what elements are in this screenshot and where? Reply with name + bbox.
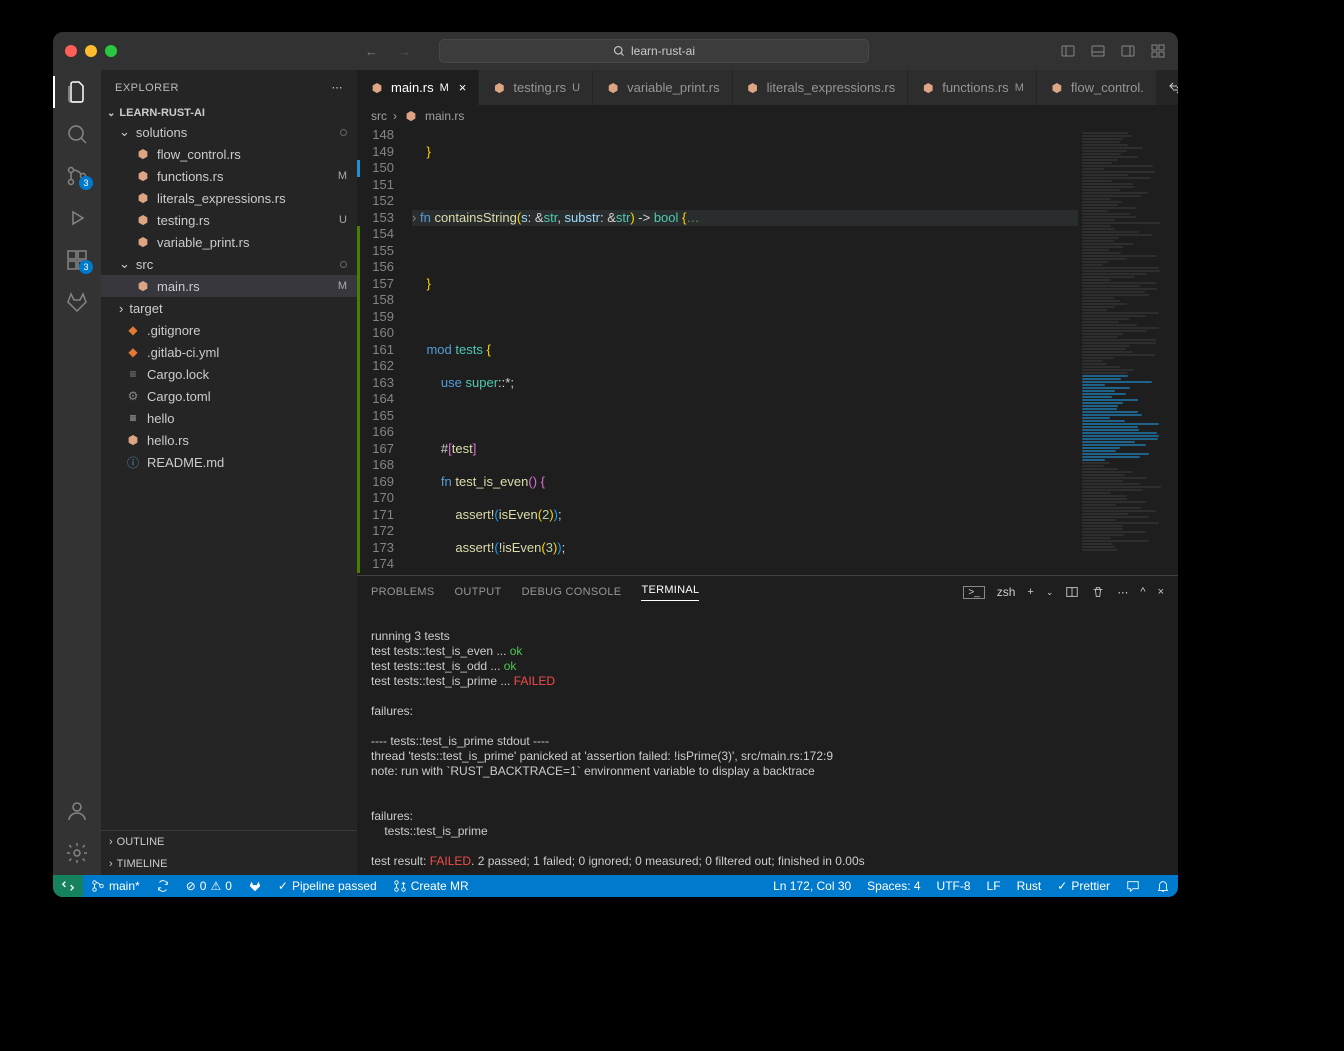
accounts-icon[interactable] [53,799,101,823]
remote-indicator[interactable] [53,875,83,897]
status-bar: main* ⊘0⚠0 ✓Pipeline passed Create MR Ln… [53,875,1178,897]
file-main[interactable]: ⬢main.rsM [101,275,357,297]
folder-src[interactable]: ⌄src [101,253,357,275]
layout-sidebar-right-icon[interactable] [1120,43,1136,59]
sidebar-header: EXPLORER ⋯ [101,70,357,105]
scm-badge: 3 [79,176,93,190]
minimap[interactable] [1078,127,1178,575]
folder-root[interactable]: ⌄LEARN-RUST-AI [101,105,357,121]
gitlab-status[interactable] [240,879,270,893]
layout-sidebar-left-icon[interactable] [1060,43,1076,59]
search-view-icon[interactable] [53,122,101,146]
tab-functions[interactable]: ⬢functions.rsM [908,70,1037,105]
compare-changes-icon[interactable] [1167,80,1178,96]
nav-forward-icon[interactable]: → [398,44,411,59]
file-flow-control[interactable]: ⬢flow_control.rs [101,143,357,165]
create-mr[interactable]: Create MR [385,879,477,893]
terminal-dropdown-icon[interactable]: ⌄ [1046,587,1054,598]
terminal-output[interactable]: running 3 tests test tests::test_is_even… [357,608,1178,875]
new-terminal-icon[interactable]: + [1027,586,1033,598]
tab-testing[interactable]: ⬢testing.rsU [479,70,593,105]
file-literals[interactable]: ⬢literals_expressions.rs [101,187,357,209]
command-center[interactable]: learn-rust-ai [439,39,869,63]
sidebar: EXPLORER ⋯ ⌄LEARN-RUST-AI ⌄solutions ⬢fl… [101,70,357,875]
encoding[interactable]: UTF-8 [929,879,979,893]
file-hello-rs[interactable]: ⬢hello.rs [101,429,357,451]
file-variable-print[interactable]: ⬢variable_print.rs [101,231,357,253]
shell-name[interactable]: zsh [997,585,1016,599]
file-readme[interactable]: ⓘREADME.md [101,451,357,473]
panel-more-icon[interactable]: ⋯ [1117,586,1128,599]
close-icon[interactable]: × [459,80,467,95]
gitlab-view-icon[interactable] [53,290,101,314]
maximize-window[interactable] [105,45,117,57]
window-controls [65,45,117,57]
file-testing[interactable]: ⬢testing.rsU [101,209,357,231]
tab-bar: ⬢main.rsM× ⬢testing.rsU ⬢variable_print.… [357,70,1178,105]
panel: PROBLEMS OUTPUT DEBUG CONSOLE TERMINAL >… [357,575,1178,875]
tab-variable-print[interactable]: ⬢variable_print.rs [593,70,733,105]
tab-terminal[interactable]: TERMINAL [641,584,699,601]
sidebar-title: EXPLORER [115,82,179,94]
eol[interactable]: LF [979,879,1009,893]
cursor-position[interactable]: Ln 172, Col 30 [765,879,859,893]
customize-layout-icon[interactable] [1150,43,1166,59]
settings-icon[interactable] [53,841,101,865]
file-cargo-toml[interactable]: ⚙Cargo.toml [101,385,357,407]
maximize-panel-icon[interactable]: ^ [1140,586,1145,598]
activity-bar: 3 3 [53,70,101,875]
extensions-view-icon[interactable]: 3 [53,248,101,272]
indentation[interactable]: Spaces: 4 [859,879,928,893]
outline-section[interactable]: ›OUTLINE [101,831,357,853]
folder-solutions[interactable]: ⌄solutions [101,121,357,143]
breadcrumb[interactable]: src› ⬢main.rs [357,105,1178,127]
search-icon [613,45,625,57]
sidebar-more-icon[interactable]: ⋯ [332,81,344,94]
minimize-window[interactable] [85,45,97,57]
folder-target[interactable]: ›target [101,297,357,319]
kill-terminal-icon[interactable] [1091,585,1105,599]
explorer-view-icon[interactable] [53,80,101,104]
pipeline-status[interactable]: ✓Pipeline passed [270,879,385,893]
tab-literals[interactable]: ⬢literals_expressions.rs [733,70,909,105]
split-terminal-icon[interactable] [1065,585,1079,599]
tab-debug-console[interactable]: DEBUG CONSOLE [522,586,622,598]
tab-problems[interactable]: PROBLEMS [371,586,435,598]
code-editor[interactable]: 1481491501511521531541551561571581591601… [357,127,1078,575]
close-window[interactable] [65,45,77,57]
nav-back-icon[interactable]: ← [365,44,378,59]
file-cargo-lock[interactable]: ≡Cargo.lock [101,363,357,385]
file-gitlab-ci[interactable]: ◆.gitlab-ci.yml [101,341,357,363]
vscode-window: ← → learn-rust-ai 3 3 [53,32,1178,897]
extensions-badge: 3 [79,260,93,274]
branch-status[interactable]: main* [83,879,148,893]
scm-view-icon[interactable]: 3 [53,164,101,188]
project-name: learn-rust-ai [631,44,695,58]
prettier-status[interactable]: ✓Prettier [1049,879,1118,893]
editor-group: ⬢main.rsM× ⬢testing.rsU ⬢variable_print.… [357,70,1178,875]
errors-status[interactable]: ⊘0⚠0 [178,879,240,893]
titlebar: ← → learn-rust-ai [53,32,1178,70]
sync-status[interactable] [148,879,178,893]
feedback-icon[interactable] [1118,879,1148,893]
layout-panel-icon[interactable] [1090,43,1106,59]
language-mode[interactable]: Rust [1009,879,1050,893]
tab-main[interactable]: ⬢main.rsM× [357,70,479,105]
debug-view-icon[interactable] [53,206,101,230]
file-gitignore[interactable]: ◆.gitignore [101,319,357,341]
file-functions[interactable]: ⬢functions.rsM [101,165,357,187]
tab-flow-control[interactable]: ⬢flow_control. [1037,70,1157,105]
notifications-icon[interactable] [1148,879,1178,893]
terminal-profile-icon[interactable]: >_ [963,586,984,599]
tab-output[interactable]: OUTPUT [455,586,502,598]
close-panel-icon[interactable]: × [1158,586,1164,598]
timeline-section[interactable]: ›TIMELINE [101,853,357,875]
file-hello[interactable]: ≡hello [101,407,357,429]
